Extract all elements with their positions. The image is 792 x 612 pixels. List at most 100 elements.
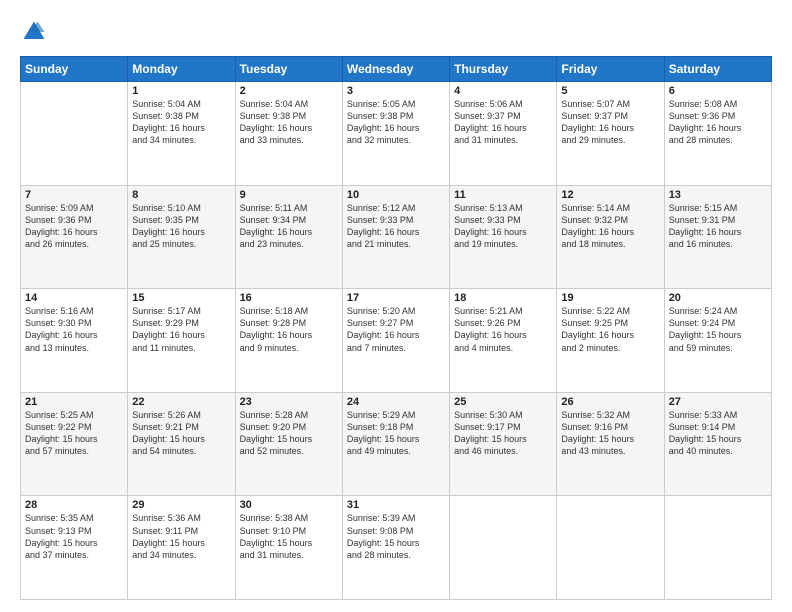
day-number: 1 <box>132 85 230 97</box>
calendar-header-friday: Friday <box>557 57 664 82</box>
day-number: 28 <box>25 499 123 511</box>
day-number: 18 <box>454 292 552 304</box>
day-info: Sunrise: 5:25 AM Sunset: 9:22 PM Dayligh… <box>25 409 123 458</box>
day-number: 4 <box>454 85 552 97</box>
day-info: Sunrise: 5:04 AM Sunset: 9:38 PM Dayligh… <box>132 98 230 147</box>
calendar-header-saturday: Saturday <box>664 57 771 82</box>
day-info: Sunrise: 5:29 AM Sunset: 9:18 PM Dayligh… <box>347 409 445 458</box>
day-info: Sunrise: 5:21 AM Sunset: 9:26 PM Dayligh… <box>454 305 552 354</box>
day-info: Sunrise: 5:33 AM Sunset: 9:14 PM Dayligh… <box>669 409 767 458</box>
calendar-cell: 2Sunrise: 5:04 AM Sunset: 9:38 PM Daylig… <box>235 82 342 186</box>
day-number: 24 <box>347 396 445 408</box>
day-info: Sunrise: 5:13 AM Sunset: 9:33 PM Dayligh… <box>454 202 552 251</box>
day-info: Sunrise: 5:09 AM Sunset: 9:36 PM Dayligh… <box>25 202 123 251</box>
day-number: 19 <box>561 292 659 304</box>
day-number: 22 <box>132 396 230 408</box>
day-number: 27 <box>669 396 767 408</box>
day-number: 15 <box>132 292 230 304</box>
day-number: 7 <box>25 189 123 201</box>
calendar-cell: 10Sunrise: 5:12 AM Sunset: 9:33 PM Dayli… <box>342 185 449 289</box>
day-number: 5 <box>561 85 659 97</box>
calendar-cell: 30Sunrise: 5:38 AM Sunset: 9:10 PM Dayli… <box>235 496 342 600</box>
calendar-cell: 5Sunrise: 5:07 AM Sunset: 9:37 PM Daylig… <box>557 82 664 186</box>
day-number: 21 <box>25 396 123 408</box>
calendar-header-tuesday: Tuesday <box>235 57 342 82</box>
day-info: Sunrise: 5:14 AM Sunset: 9:32 PM Dayligh… <box>561 202 659 251</box>
day-number: 16 <box>240 292 338 304</box>
day-info: Sunrise: 5:05 AM Sunset: 9:38 PM Dayligh… <box>347 98 445 147</box>
day-info: Sunrise: 5:18 AM Sunset: 9:28 PM Dayligh… <box>240 305 338 354</box>
calendar-cell: 19Sunrise: 5:22 AM Sunset: 9:25 PM Dayli… <box>557 289 664 393</box>
header <box>20 18 772 46</box>
day-number: 12 <box>561 189 659 201</box>
calendar-cell: 20Sunrise: 5:24 AM Sunset: 9:24 PM Dayli… <box>664 289 771 393</box>
calendar-cell <box>450 496 557 600</box>
calendar-cell: 31Sunrise: 5:39 AM Sunset: 9:08 PM Dayli… <box>342 496 449 600</box>
day-info: Sunrise: 5:06 AM Sunset: 9:37 PM Dayligh… <box>454 98 552 147</box>
day-number: 23 <box>240 396 338 408</box>
page: SundayMondayTuesdayWednesdayThursdayFrid… <box>0 0 792 612</box>
day-number: 30 <box>240 499 338 511</box>
calendar-header-wednesday: Wednesday <box>342 57 449 82</box>
day-info: Sunrise: 5:38 AM Sunset: 9:10 PM Dayligh… <box>240 512 338 561</box>
day-number: 14 <box>25 292 123 304</box>
calendar-cell <box>21 82 128 186</box>
day-info: Sunrise: 5:04 AM Sunset: 9:38 PM Dayligh… <box>240 98 338 147</box>
calendar: SundayMondayTuesdayWednesdayThursdayFrid… <box>20 56 772 600</box>
calendar-cell: 9Sunrise: 5:11 AM Sunset: 9:34 PM Daylig… <box>235 185 342 289</box>
calendar-week-2: 7Sunrise: 5:09 AM Sunset: 9:36 PM Daylig… <box>21 185 772 289</box>
day-info: Sunrise: 5:36 AM Sunset: 9:11 PM Dayligh… <box>132 512 230 561</box>
day-info: Sunrise: 5:10 AM Sunset: 9:35 PM Dayligh… <box>132 202 230 251</box>
day-info: Sunrise: 5:39 AM Sunset: 9:08 PM Dayligh… <box>347 512 445 561</box>
day-number: 3 <box>347 85 445 97</box>
day-info: Sunrise: 5:28 AM Sunset: 9:20 PM Dayligh… <box>240 409 338 458</box>
calendar-cell: 6Sunrise: 5:08 AM Sunset: 9:36 PM Daylig… <box>664 82 771 186</box>
calendar-cell: 24Sunrise: 5:29 AM Sunset: 9:18 PM Dayli… <box>342 392 449 496</box>
calendar-header-thursday: Thursday <box>450 57 557 82</box>
calendar-cell: 17Sunrise: 5:20 AM Sunset: 9:27 PM Dayli… <box>342 289 449 393</box>
day-info: Sunrise: 5:20 AM Sunset: 9:27 PM Dayligh… <box>347 305 445 354</box>
calendar-cell: 25Sunrise: 5:30 AM Sunset: 9:17 PM Dayli… <box>450 392 557 496</box>
day-number: 8 <box>132 189 230 201</box>
calendar-cell: 27Sunrise: 5:33 AM Sunset: 9:14 PM Dayli… <box>664 392 771 496</box>
calendar-header-monday: Monday <box>128 57 235 82</box>
calendar-cell: 21Sunrise: 5:25 AM Sunset: 9:22 PM Dayli… <box>21 392 128 496</box>
calendar-cell: 18Sunrise: 5:21 AM Sunset: 9:26 PM Dayli… <box>450 289 557 393</box>
day-number: 10 <box>347 189 445 201</box>
day-number: 11 <box>454 189 552 201</box>
calendar-cell: 14Sunrise: 5:16 AM Sunset: 9:30 PM Dayli… <box>21 289 128 393</box>
day-number: 25 <box>454 396 552 408</box>
calendar-cell: 12Sunrise: 5:14 AM Sunset: 9:32 PM Dayli… <box>557 185 664 289</box>
day-info: Sunrise: 5:07 AM Sunset: 9:37 PM Dayligh… <box>561 98 659 147</box>
calendar-week-3: 14Sunrise: 5:16 AM Sunset: 9:30 PM Dayli… <box>21 289 772 393</box>
day-info: Sunrise: 5:17 AM Sunset: 9:29 PM Dayligh… <box>132 305 230 354</box>
calendar-cell: 11Sunrise: 5:13 AM Sunset: 9:33 PM Dayli… <box>450 185 557 289</box>
calendar-cell: 4Sunrise: 5:06 AM Sunset: 9:37 PM Daylig… <box>450 82 557 186</box>
day-info: Sunrise: 5:35 AM Sunset: 9:13 PM Dayligh… <box>25 512 123 561</box>
calendar-cell: 3Sunrise: 5:05 AM Sunset: 9:38 PM Daylig… <box>342 82 449 186</box>
logo-icon <box>20 18 48 46</box>
calendar-cell: 22Sunrise: 5:26 AM Sunset: 9:21 PM Dayli… <box>128 392 235 496</box>
calendar-cell: 28Sunrise: 5:35 AM Sunset: 9:13 PM Dayli… <box>21 496 128 600</box>
day-number: 20 <box>669 292 767 304</box>
day-number: 17 <box>347 292 445 304</box>
day-number: 26 <box>561 396 659 408</box>
day-info: Sunrise: 5:15 AM Sunset: 9:31 PM Dayligh… <box>669 202 767 251</box>
day-number: 29 <box>132 499 230 511</box>
day-info: Sunrise: 5:26 AM Sunset: 9:21 PM Dayligh… <box>132 409 230 458</box>
day-number: 13 <box>669 189 767 201</box>
day-number: 2 <box>240 85 338 97</box>
calendar-cell: 29Sunrise: 5:36 AM Sunset: 9:11 PM Dayli… <box>128 496 235 600</box>
day-info: Sunrise: 5:30 AM Sunset: 9:17 PM Dayligh… <box>454 409 552 458</box>
day-info: Sunrise: 5:24 AM Sunset: 9:24 PM Dayligh… <box>669 305 767 354</box>
calendar-header-row: SundayMondayTuesdayWednesdayThursdayFrid… <box>21 57 772 82</box>
calendar-cell: 26Sunrise: 5:32 AM Sunset: 9:16 PM Dayli… <box>557 392 664 496</box>
calendar-cell: 13Sunrise: 5:15 AM Sunset: 9:31 PM Dayli… <box>664 185 771 289</box>
day-number: 31 <box>347 499 445 511</box>
day-info: Sunrise: 5:22 AM Sunset: 9:25 PM Dayligh… <box>561 305 659 354</box>
calendar-week-1: 1Sunrise: 5:04 AM Sunset: 9:38 PM Daylig… <box>21 82 772 186</box>
day-info: Sunrise: 5:08 AM Sunset: 9:36 PM Dayligh… <box>669 98 767 147</box>
day-info: Sunrise: 5:11 AM Sunset: 9:34 PM Dayligh… <box>240 202 338 251</box>
calendar-cell: 15Sunrise: 5:17 AM Sunset: 9:29 PM Dayli… <box>128 289 235 393</box>
day-number: 6 <box>669 85 767 97</box>
